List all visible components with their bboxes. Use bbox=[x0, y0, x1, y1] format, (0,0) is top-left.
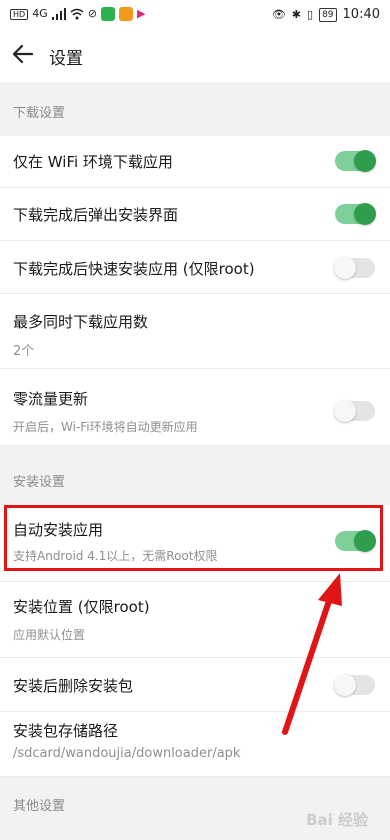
app-notification-icon-green bbox=[100, 7, 115, 21]
setting-value: 2个 bbox=[13, 344, 35, 359]
toggle-knob bbox=[334, 674, 356, 696]
watermark: Bai 经验 bbox=[306, 811, 368, 829]
page-title: 设置 bbox=[49, 49, 83, 69]
setting-subtitle: 应用默认位置 bbox=[13, 628, 86, 642]
eye-icon: 👁 bbox=[271, 7, 286, 21]
setting-title: 安装后删除安装包 bbox=[13, 677, 134, 695]
toggle-auto-install[interactable] bbox=[335, 530, 376, 552]
section-header-install: 安装设置 bbox=[0, 453, 390, 505]
bluetooth-icon: ✱ bbox=[291, 7, 302, 21]
toggle-delete-after-install[interactable] bbox=[334, 674, 375, 696]
setting-title: 零流量更新 bbox=[13, 390, 89, 408]
setting-title: 自动安装应用 bbox=[13, 521, 104, 539]
setting-quick-install[interactable]: 下载完成后快速安装应用 (仅限root) bbox=[0, 241, 390, 294]
toggle-knob bbox=[354, 150, 376, 172]
setting-delete-after-install[interactable]: 安装后删除安装包 bbox=[0, 658, 390, 712]
play-icon: ▶ bbox=[136, 7, 146, 20]
setting-title: 安装位置 (仅限root) bbox=[13, 598, 150, 616]
toggle-zero-data-update[interactable] bbox=[334, 400, 375, 422]
setting-title: 安装包存储路径 bbox=[13, 722, 119, 740]
wifi-icon bbox=[70, 8, 84, 20]
setting-title: 仅在 WiFi 环境下载应用 bbox=[13, 153, 173, 171]
setting-subtitle: 支持Android 4.1以上，无需Root权限 bbox=[13, 549, 218, 563]
setting-title: 下载完成后弹出安装界面 bbox=[13, 206, 179, 224]
vibrate-icon: ▯ bbox=[307, 7, 314, 21]
setting-subtitle: 开启后，Wi-Fi环境将自动更新应用 bbox=[13, 420, 198, 434]
clock: 10:40 bbox=[342, 7, 380, 22]
toggle-knob bbox=[334, 400, 356, 422]
section-label: 其他设置 bbox=[13, 799, 66, 814]
app-header: 设置 bbox=[0, 30, 390, 82]
toggle-popup-install[interactable] bbox=[335, 203, 376, 225]
network-type: 4G bbox=[32, 7, 48, 20]
setting-max-downloads[interactable]: 最多同时下载应用数 2个 bbox=[0, 294, 390, 369]
setting-title: 下载完成后快速安装应用 (仅限root) bbox=[13, 260, 255, 278]
section-label: 安装设置 bbox=[13, 475, 66, 490]
back-arrow-icon[interactable] bbox=[10, 41, 36, 67]
toggle-wifi-only[interactable] bbox=[335, 150, 376, 172]
setting-wifi-only[interactable]: 仅在 WiFi 环境下载应用 bbox=[0, 136, 390, 188]
setting-subtitle: /sdcard/wandoujia/downloader/apk bbox=[13, 746, 241, 761]
setting-title: 最多同时下载应用数 bbox=[13, 313, 149, 331]
setting-auto-install[interactable]: 自动安装应用 支持Android 4.1以上，无需Root权限 bbox=[0, 505, 390, 582]
toggle-quick-install[interactable] bbox=[334, 257, 375, 279]
toggle-knob bbox=[354, 203, 376, 225]
signal-icon bbox=[51, 8, 66, 20]
status-bar: HD 4G ⊘ ▶ 👁 ✱ ▯ 89 10:40 bbox=[0, 0, 390, 30]
battery-icon: 89 bbox=[319, 7, 337, 22]
setting-zero-data-update[interactable]: 零流量更新 开启后，Wi-Fi环境将自动更新应用 bbox=[0, 369, 390, 446]
section-header-download: 下载设置 bbox=[0, 84, 390, 136]
setting-popup-install[interactable]: 下载完成后弹出安装界面 bbox=[0, 188, 390, 241]
mute-icon: ⊘ bbox=[87, 7, 97, 20]
section-label: 下载设置 bbox=[13, 106, 66, 121]
setting-install-location[interactable]: 安装位置 (仅限root) 应用默认位置 bbox=[0, 582, 390, 658]
toggle-knob bbox=[354, 530, 376, 552]
setting-storage-path[interactable]: 安装包存储路径 /sdcard/wandoujia/downloader/apk bbox=[0, 712, 390, 777]
app-notification-icon-orange bbox=[118, 7, 133, 21]
toggle-knob bbox=[334, 257, 356, 279]
hd-badge: HD bbox=[10, 8, 29, 20]
